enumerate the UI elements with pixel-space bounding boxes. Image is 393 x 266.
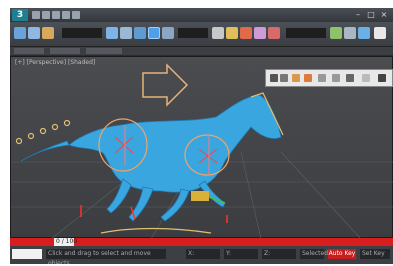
prev-frame-icon[interactable]	[318, 74, 326, 82]
redo-icon[interactable]	[72, 11, 80, 19]
screenshot-frame: 3 – □ × [+] [Perspective] [Shaded] 0 / 1…	[0, 0, 393, 266]
maximize-icon[interactable]: □	[366, 10, 376, 20]
mirror-icon[interactable]	[330, 27, 342, 39]
floating-track-bar[interactable]	[265, 69, 393, 87]
next-frame-icon[interactable]	[332, 74, 340, 82]
snap-icon[interactable]	[226, 27, 238, 39]
set-key-icon[interactable]	[304, 74, 312, 82]
play-icon[interactable]	[270, 74, 278, 82]
open-icon[interactable]	[42, 11, 50, 19]
minimize-icon[interactable]: –	[353, 10, 363, 20]
percent-snap-icon[interactable]	[254, 27, 266, 39]
main-toolbar	[10, 22, 393, 47]
angle-snap-icon[interactable]	[240, 27, 252, 39]
z-coordinate-field[interactable]: Z:	[262, 249, 296, 259]
rotate-icon[interactable]	[148, 27, 160, 39]
app-window: 3 – □ × [+] [Perspective] [Shaded] 0 / 1…	[10, 8, 393, 264]
ribbon-tab[interactable]	[14, 48, 44, 54]
set-key-button[interactable]: Set Key	[360, 249, 390, 259]
key-filter-icon[interactable]	[292, 74, 300, 82]
time-slider[interactable]: 0 / 100	[10, 238, 393, 246]
link-icon[interactable]	[28, 27, 40, 39]
app-logo[interactable]: 3	[12, 9, 28, 21]
spinner-snap-icon[interactable]	[268, 27, 280, 39]
scale-icon[interactable]	[162, 27, 174, 39]
unlink-icon[interactable]	[42, 27, 54, 39]
arrow-outline	[142, 63, 189, 107]
status-prompt: Click and drag to select and move object…	[46, 249, 166, 264]
save-icon[interactable]	[52, 11, 60, 19]
ribbon	[10, 47, 393, 55]
select-by-name-icon[interactable]	[120, 27, 132, 39]
y-coordinate-field[interactable]: Y:	[224, 249, 258, 259]
maxscript-listener[interactable]	[12, 249, 42, 259]
status-bar: Click and drag to select and move object…	[10, 246, 393, 264]
goto-end-icon[interactable]	[346, 74, 354, 82]
undo-button[interactable]	[14, 27, 26, 39]
auto-key-button[interactable]: Auto Key	[328, 249, 356, 259]
new-icon[interactable]	[32, 11, 40, 19]
horse-mesh	[20, 94, 282, 222]
selection-filter-dropdown[interactable]	[62, 28, 102, 38]
undo-icon[interactable]	[62, 11, 70, 19]
selected-dropdown[interactable]: Selected	[300, 249, 328, 259]
ribbon-tab[interactable]	[50, 48, 80, 54]
motion-trail	[15, 119, 71, 145]
align-icon[interactable]	[344, 27, 356, 39]
layer-icon[interactable]	[358, 27, 370, 39]
current-frame-readout: 0 / 100	[56, 238, 78, 245]
title-bar: 3 – □ ×	[10, 8, 393, 22]
x-coordinate-field[interactable]: X:	[186, 249, 220, 259]
close-icon[interactable]: ×	[379, 10, 389, 20]
named-selection-dropdown[interactable]	[286, 28, 326, 38]
reference-coordinate-dropdown[interactable]	[178, 28, 208, 38]
time-config-icon[interactable]	[362, 74, 370, 82]
select-object-icon[interactable]	[106, 27, 118, 39]
render-icon[interactable]	[374, 27, 386, 39]
key-icon[interactable]	[280, 74, 288, 82]
pivot-icon[interactable]	[212, 27, 224, 39]
move-icon[interactable]	[134, 27, 146, 39]
ribbon-tab[interactable]	[86, 48, 122, 54]
close-icon[interactable]	[378, 74, 386, 82]
